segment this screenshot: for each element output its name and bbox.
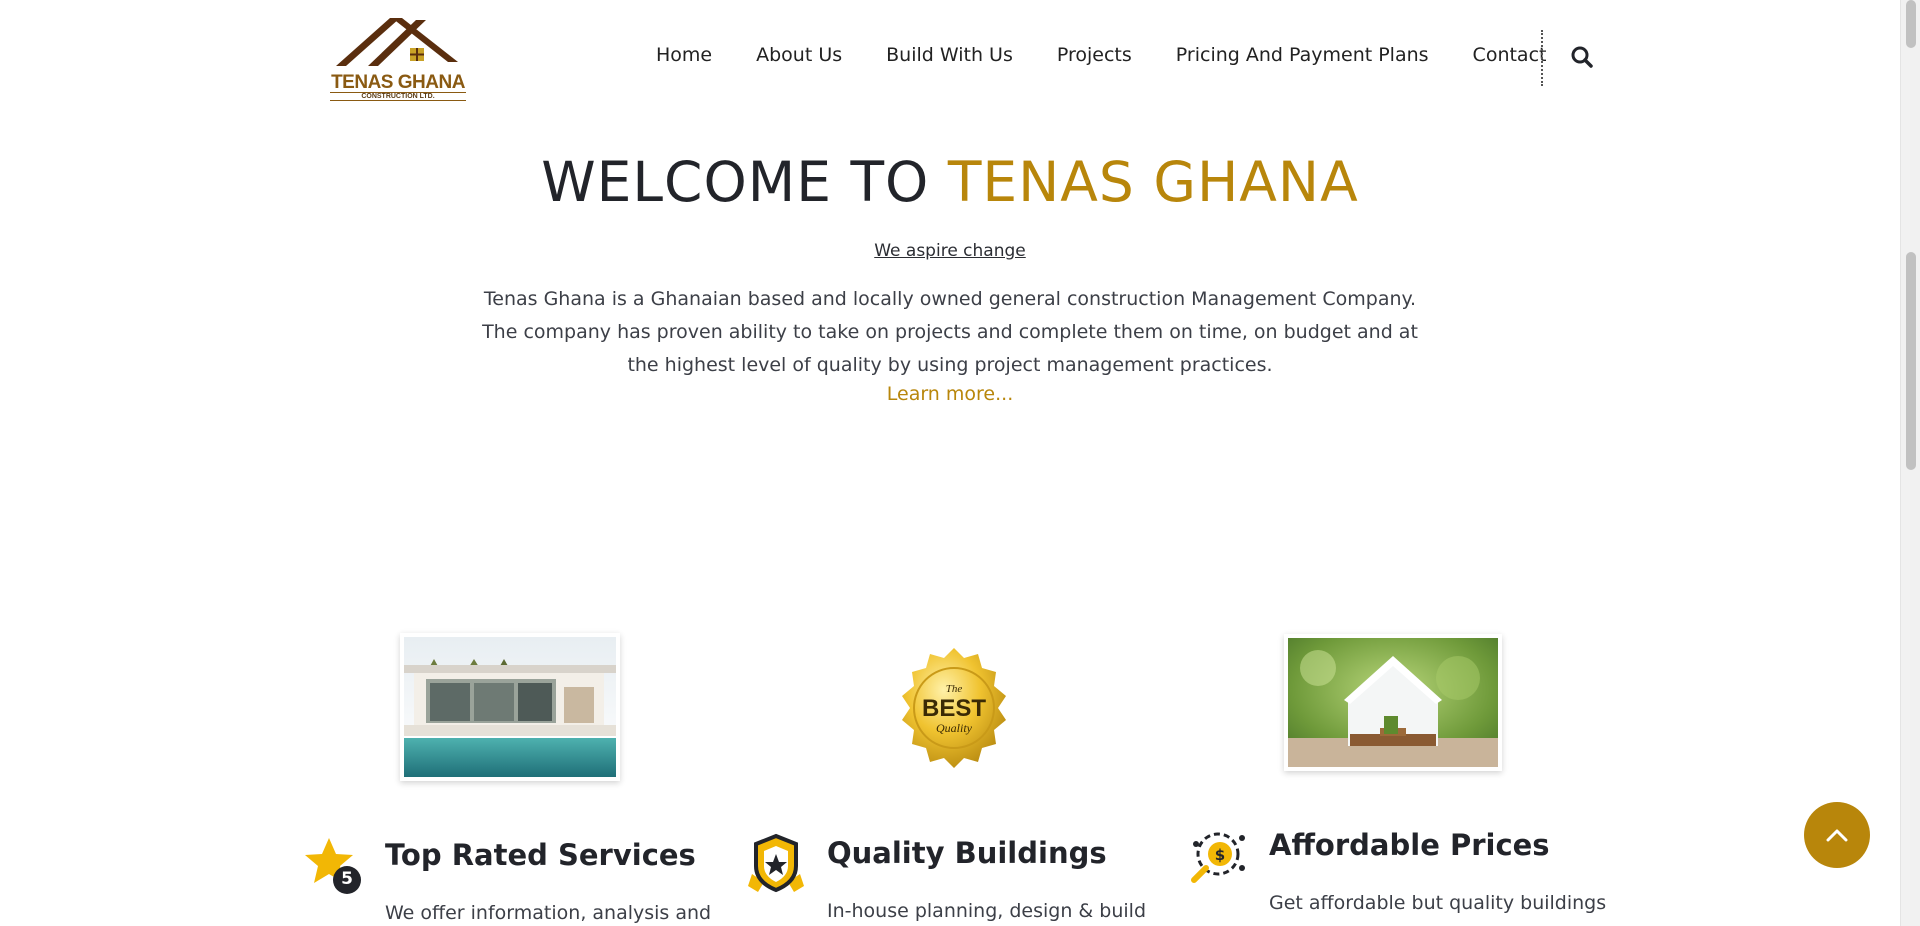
nav-pricing[interactable]: Pricing And Payment Plans — [1176, 44, 1429, 66]
nav-about-us[interactable]: About Us — [756, 44, 842, 66]
shield-star-icon — [744, 832, 808, 896]
nav-home[interactable]: Home — [656, 44, 712, 66]
badge-line2: BEST — [922, 695, 986, 722]
main-nav: Home About Us Build With Us Projects Pri… — [656, 44, 1590, 66]
search-icon[interactable] — [1570, 45, 1594, 69]
page-scrollbar[interactable] — [1900, 0, 1920, 926]
nav-projects[interactable]: Projects — [1057, 44, 1132, 66]
tagline-text: We aspire change — [874, 241, 1026, 261]
feature-text-quality: In-house planning, design & build — [827, 900, 1147, 922]
welcome-title-accent: TENAS GHANA — [947, 150, 1359, 214]
star-badge-number: 5 — [341, 869, 353, 889]
chevron-up-icon — [1826, 829, 1848, 842]
house-coins-image — [1284, 634, 1502, 771]
star-five-icon: 5 — [303, 834, 367, 898]
house-roof-logo-icon — [336, 18, 458, 66]
site-header: TENAS GHANA CONSTRUCTION LTD. Home About… — [0, 0, 1900, 112]
nav-build-with-us[interactable]: Build With Us — [886, 44, 1013, 66]
learn-more-link[interactable]: Learn more... — [0, 383, 1900, 405]
scrollbar-thumb[interactable] — [1906, 252, 1916, 470]
intro-paragraph: Tenas Ghana is a Ghanaian based and loca… — [482, 288, 1418, 376]
badge-line3: Quality — [936, 721, 973, 735]
pool-house-image — [400, 633, 620, 781]
feature-text-affordable: Get affordable but quality buildings — [1269, 892, 1607, 914]
nav-divider — [1541, 30, 1543, 86]
nav-contact[interactable]: Contact — [1473, 44, 1547, 66]
feature-title-quality: Quality Buildings — [827, 836, 1107, 870]
svg-text:$: $ — [1215, 846, 1225, 864]
tagline: We aspire change — [0, 241, 1900, 261]
logo-brand-name: TENAS GHANA — [331, 72, 465, 93]
logo-subtitle: CONSTRUCTION LTD. — [330, 92, 466, 101]
company-logo[interactable]: TENAS GHANA CONSTRUCTION LTD. — [330, 14, 466, 101]
scrollbar-top-segment[interactable] — [1906, 0, 1916, 48]
feature-title-affordable: Affordable Prices — [1269, 828, 1550, 862]
scroll-to-top-button[interactable] — [1804, 802, 1870, 868]
feature-title-top-rated: Top Rated Services — [385, 838, 696, 872]
best-quality-badge: The BEST Quality — [890, 644, 1018, 772]
money-gear-icon: $ — [1186, 824, 1250, 888]
badge-line1: The — [946, 683, 963, 695]
feature-text-top-rated: We offer information, analysis and — [385, 902, 712, 924]
welcome-title: WELCOME TO TENAS GHANA — [0, 150, 1900, 214]
welcome-title-prefix: WELCOME TO — [541, 150, 948, 214]
